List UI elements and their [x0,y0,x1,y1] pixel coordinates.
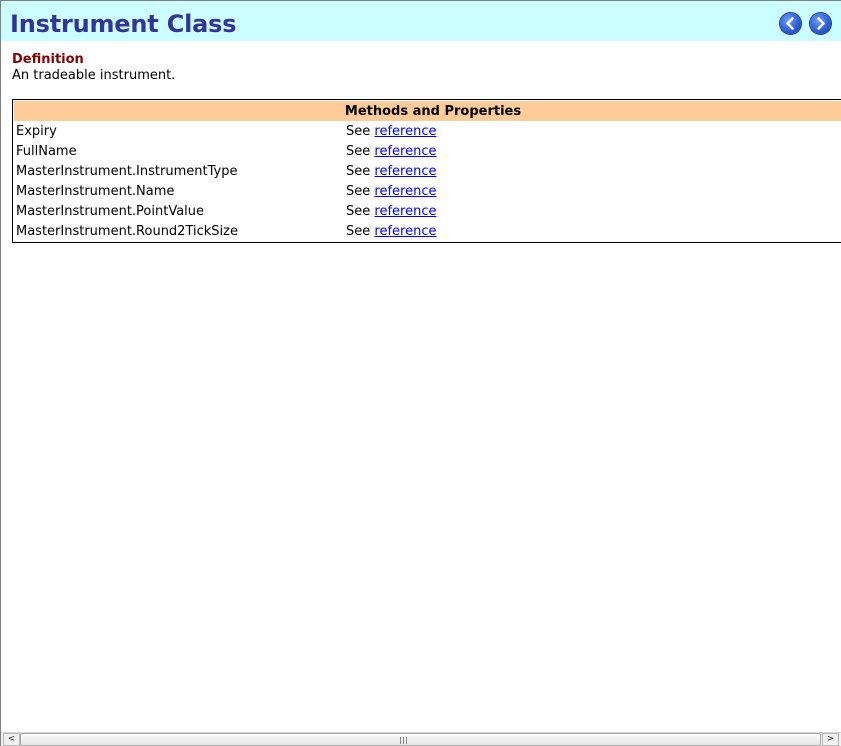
table-row: FullName See reference [13,141,841,161]
methods-rows: Expiry See reference FullName See refere… [13,121,841,242]
reference-cell: See reference [346,162,436,182]
scroll-left-button[interactable]: < [3,733,20,746]
member-name: MasterInstrument.Name [16,184,175,199]
scroll-right-button[interactable]: > [822,733,839,746]
reference-cell: See reference [346,142,436,162]
back-arrow-icon[interactable] [780,13,801,34]
table-row: MasterInstrument.InstrumentType See refe… [13,161,841,181]
reference-cell: See reference [346,202,436,222]
see-label: See [346,224,371,239]
member-name: MasterInstrument.PointValue [16,204,205,219]
title-bar: Instrument Class [1,1,841,41]
reference-link[interactable]: reference [374,204,436,219]
methods-table: Methods and Properties Expiry See refere… [12,99,841,243]
member-name: MasterInstrument.InstrumentType [16,164,238,179]
definition-heading: Definition [12,52,84,67]
see-label: See [346,164,371,179]
page-title: Instrument Class [10,10,237,38]
table-row: MasterInstrument.Name See reference [13,181,841,201]
scrollbar-thumb[interactable] [20,733,821,746]
methods-table-header: Methods and Properties [14,101,841,121]
reference-link[interactable]: reference [374,164,436,179]
see-label: See [346,144,371,159]
member-name: Expiry [16,124,57,139]
member-name: MasterInstrument.Round2TickSize [16,224,238,239]
reference-link[interactable]: reference [374,124,436,139]
definition-text: An tradeable instrument. [12,68,176,83]
reference-cell: See reference [346,122,436,142]
table-row: Expiry See reference [13,121,841,141]
reference-cell: See reference [346,182,436,202]
horizontal-scrollbar[interactable]: < > [1,732,841,746]
see-label: See [346,184,371,199]
reference-link[interactable]: reference [374,184,436,199]
member-name: FullName [16,144,77,159]
reference-cell: See reference [346,222,436,242]
definition-section: Definition An tradeable instrument. [12,51,841,84]
table-row: MasterInstrument.Round2TickSize See refe… [13,221,841,241]
reference-link[interactable]: reference [374,144,436,159]
grip-icon [400,737,408,744]
see-label: See [346,204,371,219]
forward-arrow-icon[interactable] [810,13,831,34]
table-row: MasterInstrument.PointValue See referenc… [13,201,841,221]
see-label: See [346,124,371,139]
reference-link[interactable]: reference [374,224,436,239]
